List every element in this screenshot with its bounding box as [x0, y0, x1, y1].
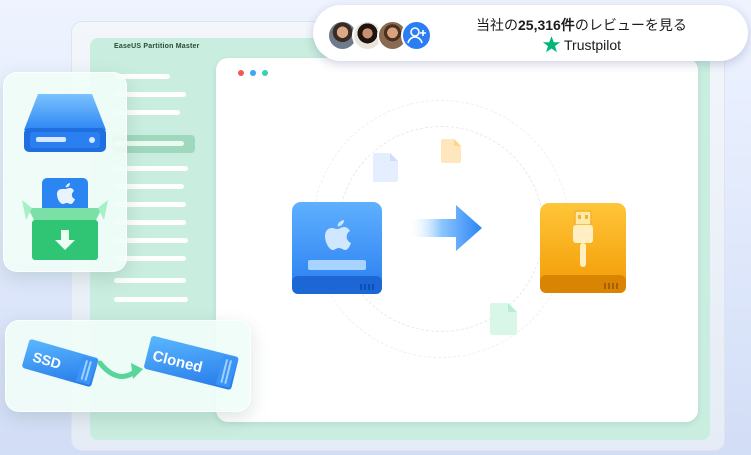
star-icon	[542, 36, 561, 53]
cloned-ssd-icon: Cloned	[144, 336, 239, 390]
sidebar-item[interactable]	[114, 297, 188, 302]
window-dot-red	[238, 70, 244, 76]
trustpilot-label: Trustpilot	[564, 36, 622, 53]
transfer-arrow-icon	[408, 205, 482, 251]
file-icon	[490, 303, 517, 335]
sidebar-item[interactable]	[114, 278, 186, 283]
apple-box-icon	[22, 178, 108, 260]
file-icon	[441, 139, 461, 163]
window-dot-blue	[250, 70, 256, 76]
mac-drive-icon	[292, 202, 382, 294]
clone-arrow-icon	[98, 360, 143, 379]
review-badge[interactable]: 当社の25,316件のレビューを見る Trustpilot	[313, 5, 748, 61]
ssd-icon: SSD	[22, 339, 99, 387]
user-plus-icon	[401, 20, 432, 51]
file-icon	[373, 153, 398, 182]
window-dot-teal	[262, 70, 268, 76]
usb-drive-icon	[540, 203, 626, 293]
hard-drive-icon	[24, 94, 106, 152]
app-title: EaseUS Partition Master	[114, 43, 200, 50]
trustpilot-logo: Trustpilot	[542, 35, 621, 54]
review-count-text: 当社の25,316件のレビューを見る	[476, 17, 687, 33]
